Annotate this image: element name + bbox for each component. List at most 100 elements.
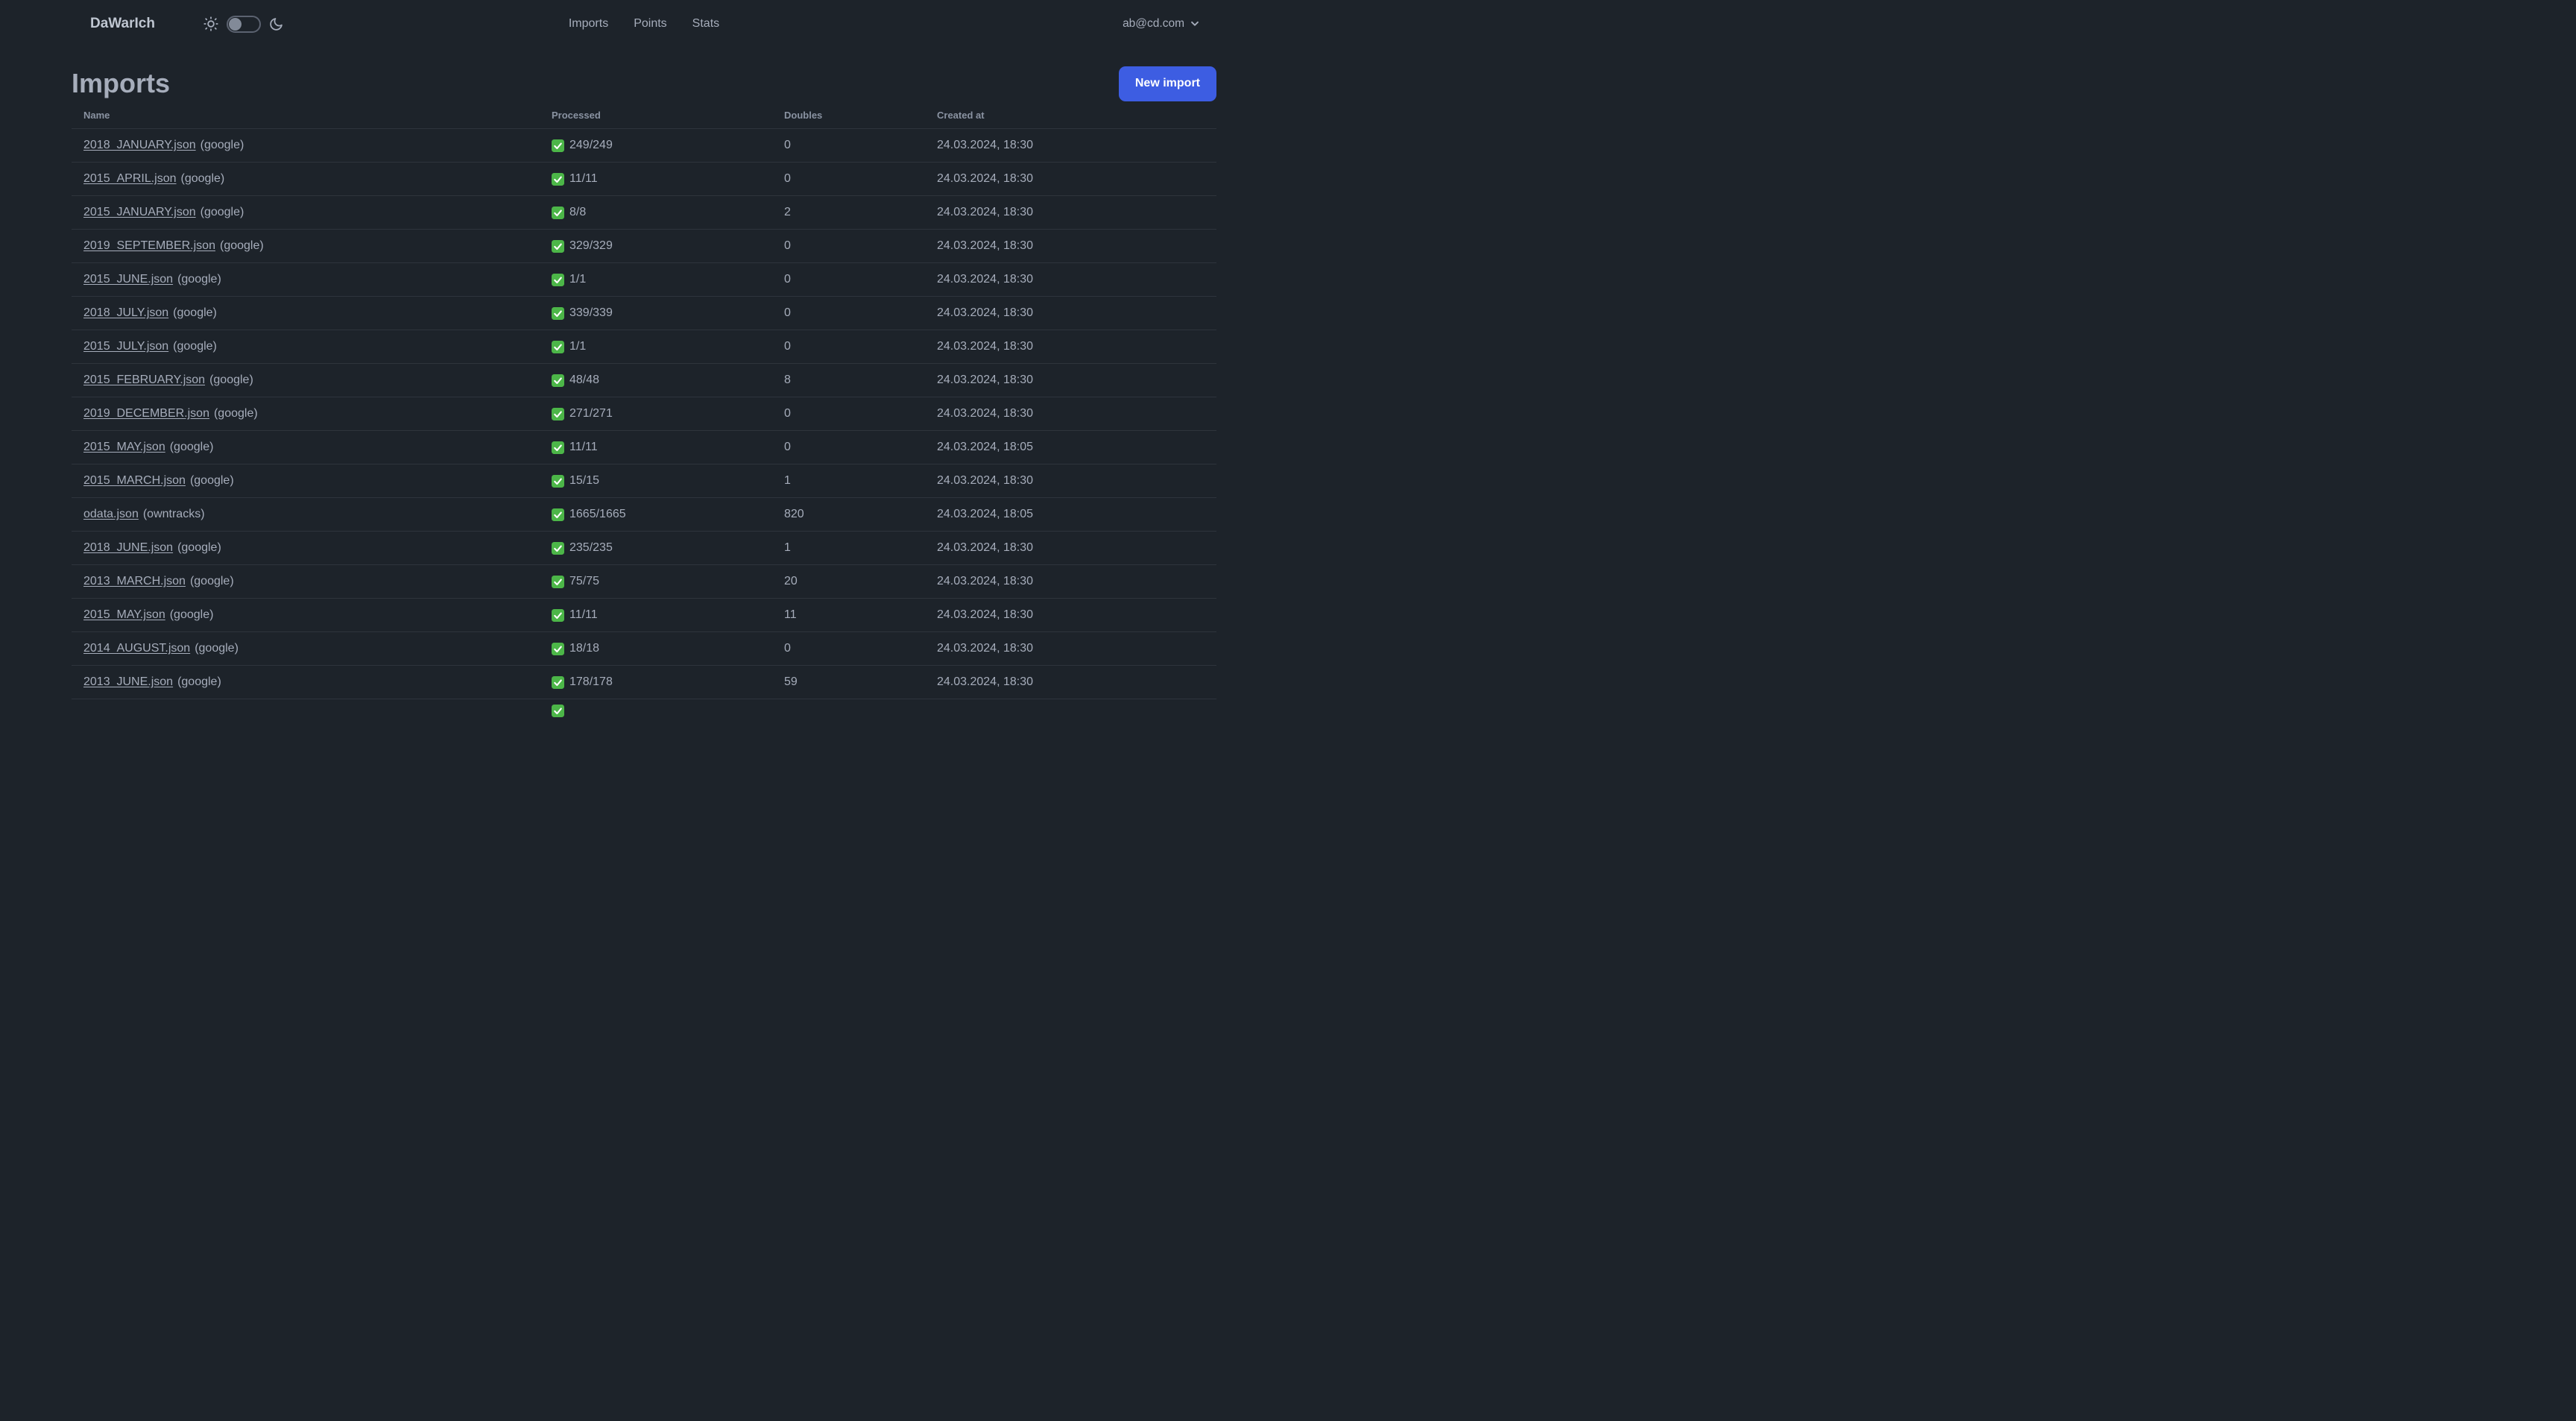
table-row: 2015_MAY.json (google) 11/11 0 24.03.202… <box>72 430 1216 464</box>
success-check-icon <box>552 407 564 420</box>
table-header-row: Name Processed Doubles Created at <box>72 101 1216 128</box>
cell-name: 2018_JANUARY.json (google) <box>72 139 552 152</box>
column-header-doubles: Doubles <box>784 109 823 121</box>
import-source: (google) <box>213 407 258 420</box>
success-check-icon <box>552 675 564 689</box>
nav-link-imports[interactable]: Imports <box>569 17 608 31</box>
success-check-icon <box>552 705 564 717</box>
import-source: (google) <box>195 642 239 655</box>
cell-processed: 178/178 <box>552 675 784 689</box>
cell-doubles: 0 <box>784 340 791 353</box>
table-row: 2019_DECEMBER.json (google) 271/271 0 24… <box>72 397 1216 430</box>
import-file-link[interactable]: 2015_APRIL.json <box>83 172 177 186</box>
success-check-icon <box>552 139 564 152</box>
cell-name: 2015_MAY.json (google) <box>72 608 552 622</box>
cell-doubles: 0 <box>784 172 791 185</box>
import-source: (google) <box>189 575 234 587</box>
cell-created-at: 24.03.2024, 18:30 <box>937 407 1034 420</box>
import-file-link[interactable]: 2015_MARCH.json <box>83 474 186 488</box>
import-file-link[interactable]: 2013_MARCH.json <box>83 575 186 588</box>
cell-processed: 1/1 <box>552 273 784 286</box>
import-file-link[interactable]: odata.json <box>83 508 139 521</box>
import-file-link[interactable]: 2014_AUGUST.json <box>83 642 190 655</box>
cell-processed: 11/11 <box>552 441 784 454</box>
cell-created-at: 24.03.2024, 18:30 <box>937 306 1034 319</box>
import-file-link[interactable]: 2013_JUNE.json <box>83 675 173 689</box>
import-source: (google) <box>177 273 221 286</box>
import-file-link[interactable]: 2015_FEBRUARY.json <box>83 374 205 387</box>
cell-processed: 11/11 <box>552 608 784 622</box>
cell-created-at: 24.03.2024, 18:30 <box>937 172 1034 185</box>
cell-doubles: 0 <box>784 273 791 286</box>
account-email: ab@cd.com <box>1123 17 1184 30</box>
import-file-link[interactable]: 2015_MAY.json <box>83 608 165 622</box>
table-row <box>72 699 1216 732</box>
sun-icon <box>203 16 219 32</box>
column-header-created-at: Created at <box>937 109 985 121</box>
column-header-processed: Processed <box>552 109 601 121</box>
import-file-link[interactable]: 2015_MAY.json <box>83 441 165 454</box>
table-row: 2015_JULY.json (google) 1/1 0 24.03.2024… <box>72 330 1216 363</box>
processed-count: 271/271 <box>569 407 613 420</box>
import-file-link[interactable]: 2018_JULY.json <box>83 306 168 320</box>
cell-doubles: 0 <box>784 239 791 252</box>
import-source: (google) <box>173 340 217 353</box>
cell-created-at: 24.03.2024, 18:30 <box>937 642 1034 655</box>
nav-link-points[interactable]: Points <box>634 17 666 31</box>
table-row: 2015_MAY.json (google) 11/11 11 24.03.20… <box>72 598 1216 631</box>
table-row: 2013_JUNE.json (google) 178/178 59 24.03… <box>72 665 1216 699</box>
cell-processed: 11/11 <box>552 172 784 186</box>
processed-count: 18/18 <box>569 642 600 655</box>
cell-name: odata.json (owntracks) <box>72 508 552 521</box>
processed-count: 11/11 <box>569 608 598 621</box>
cell-name: 2015_MARCH.json (google) <box>72 474 552 488</box>
cell-created-at: 24.03.2024, 18:30 <box>937 541 1034 554</box>
cell-created-at: 24.03.2024, 18:30 <box>937 374 1034 386</box>
cell-doubles: 2 <box>784 206 791 218</box>
cell-name: 2013_MARCH.json (google) <box>72 575 552 588</box>
brand-logo[interactable]: DaWarIch <box>90 16 155 32</box>
cell-processed: 235/235 <box>552 541 784 555</box>
nav-link-stats[interactable]: Stats <box>692 17 719 31</box>
new-import-button[interactable]: New import <box>1118 66 1216 101</box>
cell-name: 2015_FEBRUARY.json (google) <box>72 374 552 387</box>
cell-processed: 18/18 <box>552 642 784 655</box>
account-menu[interactable]: ab@cd.com <box>1123 17 1200 31</box>
import-source: (google) <box>173 306 217 319</box>
cell-name: 2019_SEPTEMBER.json (google) <box>72 239 552 253</box>
cell-created-at: 24.03.2024, 18:30 <box>937 608 1034 621</box>
table-row: 2015_JUNE.json (google) 1/1 0 24.03.2024… <box>72 262 1216 296</box>
processed-count: 329/329 <box>569 239 613 252</box>
theme-toggle[interactable] <box>226 15 261 33</box>
import-source: (google) <box>200 139 244 151</box>
theme-switcher <box>203 15 284 33</box>
cell-processed: 249/249 <box>552 139 784 152</box>
cell-created-at: 24.03.2024, 18:30 <box>937 474 1034 487</box>
cell-name: 2015_MAY.json (google) <box>72 441 552 454</box>
cell-doubles: 0 <box>784 407 791 420</box>
cell-doubles: 1 <box>784 541 791 554</box>
table-row: 2018_JULY.json (google) 339/339 0 24.03.… <box>72 296 1216 330</box>
success-check-icon <box>552 206 564 219</box>
import-file-link[interactable]: 2019_DECEMBER.json <box>83 407 209 420</box>
table-row: 2015_FEBRUARY.json (google) 48/48 8 24.0… <box>72 363 1216 397</box>
table-body: 2018_JANUARY.json (google) 249/249 0 24.… <box>72 128 1216 732</box>
processed-count: 75/75 <box>569 575 600 587</box>
import-file-link[interactable]: 2015_JUNE.json <box>83 273 173 286</box>
import-file-link[interactable]: 2015_JANUARY.json <box>83 206 196 219</box>
processed-count: 15/15 <box>569 474 600 487</box>
table-row: 2018_JUNE.json (google) 235/235 1 24.03.… <box>72 531 1216 564</box>
cell-processed: 75/75 <box>552 575 784 588</box>
import-file-link[interactable]: 2019_SEPTEMBER.json <box>83 239 215 253</box>
import-file-link[interactable]: 2018_JANUARY.json <box>83 139 196 152</box>
processed-count: 249/249 <box>569 139 613 151</box>
cell-doubles: 0 <box>784 139 791 151</box>
cell-doubles: 20 <box>784 575 798 587</box>
table-row: 2015_MARCH.json (google) 15/15 1 24.03.2… <box>72 464 1216 497</box>
processed-count: 11/11 <box>569 172 598 185</box>
success-check-icon <box>552 441 564 454</box>
main-content: Imports New import Name Processed Doubles C… <box>0 66 1288 732</box>
import-file-link[interactable]: 2018_JUNE.json <box>83 541 173 555</box>
import-file-link[interactable]: 2015_JULY.json <box>83 340 168 353</box>
success-check-icon <box>552 374 564 387</box>
